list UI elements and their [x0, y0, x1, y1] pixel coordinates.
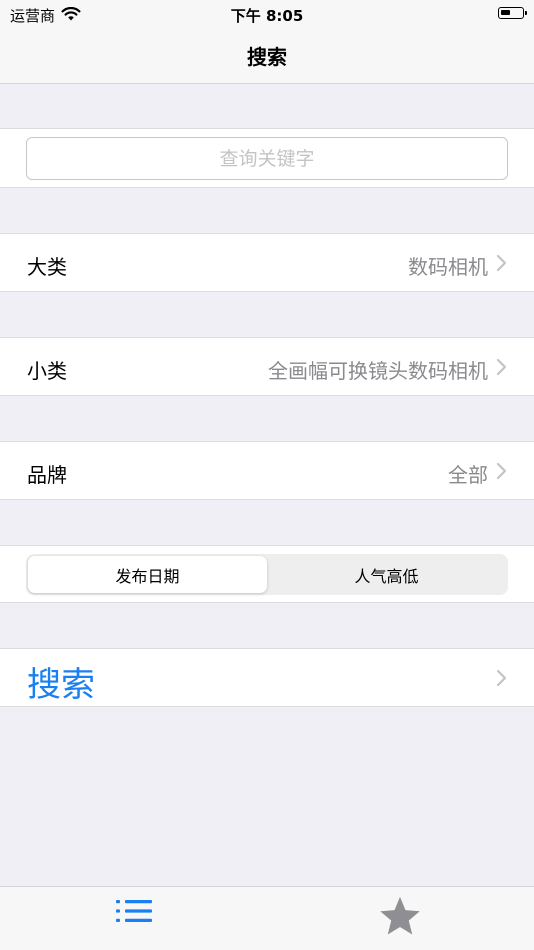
category-row[interactable]: 大类 数码相机 [0, 233, 534, 292]
chevron-right-icon [496, 462, 507, 480]
brand-row[interactable]: 品牌 全部 [0, 441, 534, 500]
chevron-right-icon [496, 254, 507, 272]
top-bar: 运营商 下午 8:05 搜索 [0, 0, 534, 84]
status-time: 下午 8:05 [230, 7, 304, 25]
subcategory-value: 全画幅可换镜头数码相机 [268, 359, 488, 383]
battery-fill [501, 10, 510, 15]
subcategory-row[interactable]: 小类 全画幅可换镜头数码相机 [0, 337, 534, 396]
brand-value: 全部 [448, 463, 488, 487]
brand-label: 品牌 [27, 463, 67, 487]
segment-popularity[interactable]: 人气高低 [267, 556, 506, 593]
tab-bar [0, 886, 534, 950]
chevron-right-icon [496, 669, 507, 687]
segment-publish-date[interactable]: 发布日期 [28, 556, 267, 593]
sort-row: 发布日期 人气高低 [0, 545, 534, 603]
category-label: 大类 [27, 255, 67, 279]
page-title: 搜索 [247, 45, 287, 69]
chevron-right-icon [496, 358, 507, 376]
tab-favorites[interactable] [378, 895, 422, 941]
search-screen: 运营商 下午 8:05 搜索 大类 数码相机 小类 全画幅可换镜头数码相机 [0, 0, 534, 950]
list-icon [116, 900, 152, 922]
tab-list[interactable] [114, 895, 154, 931]
search-input-row [0, 128, 534, 188]
subcategory-label: 小类 [27, 359, 67, 383]
search-button[interactable]: 搜索 [0, 648, 534, 707]
search-input[interactable] [26, 137, 508, 180]
battery-icon [498, 7, 527, 19]
sort-segmented-control: 发布日期 人气高低 [26, 554, 508, 595]
search-button-label: 搜索 [27, 665, 95, 705]
star-icon [380, 896, 420, 935]
category-value: 数码相机 [408, 255, 488, 279]
